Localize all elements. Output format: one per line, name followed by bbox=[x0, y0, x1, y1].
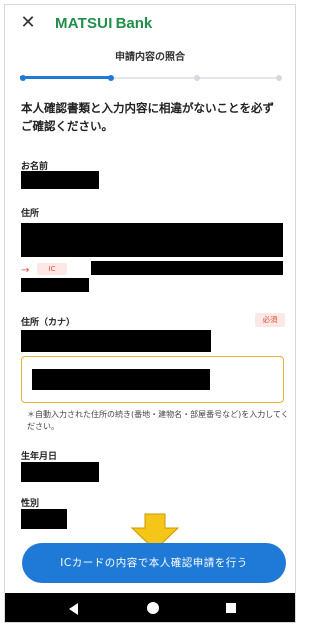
gender-label: 性別 bbox=[21, 499, 40, 509]
birthdate-label: 生年月日 bbox=[21, 452, 58, 462]
address-kana-detail-input[interactable] bbox=[21, 356, 284, 403]
address-kana-value-redacted bbox=[21, 330, 211, 352]
screen: ✕ MATSUI Bank 申請内容の照合 本人確認書類と入力内容に相違がないこ… bbox=[4, 4, 296, 623]
ic-card-verify-button[interactable]: ICカードの内容で本人確認申請を行う bbox=[22, 543, 286, 583]
address-label: 住所 bbox=[21, 209, 40, 219]
page-title: 申請内容の照合 bbox=[115, 52, 185, 63]
ic-badge: IC bbox=[37, 263, 67, 275]
birthdate-value-redacted bbox=[21, 462, 99, 482]
ic-arrow-icon: → bbox=[21, 265, 30, 276]
system-nav-bar bbox=[5, 593, 295, 622]
recent-apps-icon[interactable] bbox=[226, 603, 236, 613]
close-icon[interactable]: ✕ bbox=[19, 14, 37, 32]
address-value-redacted bbox=[21, 223, 283, 257]
progress-step-dot bbox=[276, 75, 282, 81]
instruction-text: 本人確認書類と入力内容に相違がないことを必ずご確認ください。 bbox=[21, 101, 274, 133]
brand-logo: MATSUI Bank bbox=[55, 15, 152, 33]
ic-address-redacted-2 bbox=[21, 278, 89, 292]
name-value-redacted bbox=[21, 171, 99, 189]
back-icon[interactable] bbox=[69, 603, 78, 615]
progress-step-dot bbox=[20, 75, 26, 81]
logo-matsui-text: MATSUI bbox=[55, 15, 113, 32]
app-header: ✕ MATSUI Bank bbox=[5, 5, 295, 41]
progress-step-dot bbox=[108, 75, 114, 81]
ic-address-redacted bbox=[91, 261, 283, 275]
address-kana-detail-redacted bbox=[32, 369, 210, 390]
progress-step-dot bbox=[194, 75, 200, 81]
required-badge: 必須 bbox=[255, 313, 285, 327]
progress-fill bbox=[20, 76, 111, 79]
gender-value-redacted bbox=[21, 509, 67, 529]
home-icon[interactable] bbox=[147, 602, 159, 614]
step-progress bbox=[20, 75, 282, 81]
logo-bank-text: Bank bbox=[115, 15, 153, 32]
address-kana-label: 住所（カナ） bbox=[21, 318, 76, 328]
input-note: ＊自動入力された住所の続き(番地・建物名・部屋番号など)を入力してください。 bbox=[27, 410, 289, 431]
